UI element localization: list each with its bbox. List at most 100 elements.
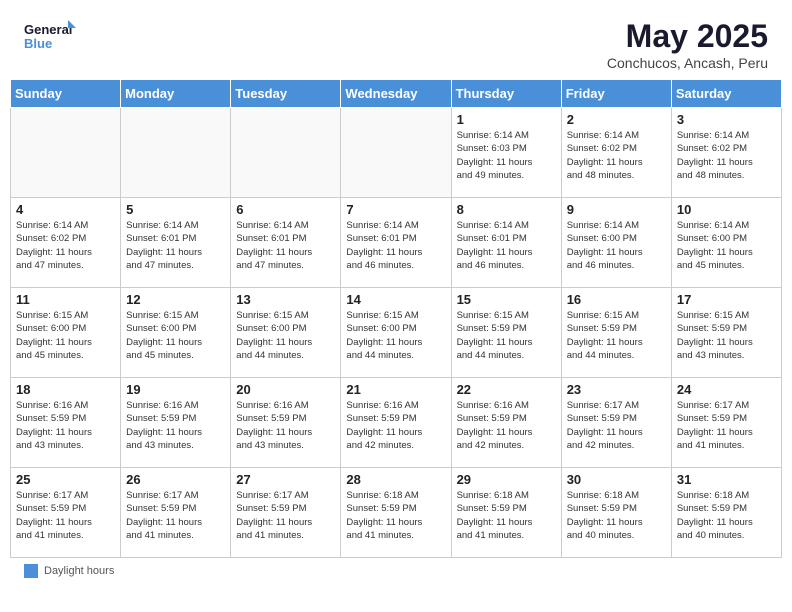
footer-bar: Daylight hours: [24, 564, 768, 578]
header-saturday: Saturday: [671, 80, 781, 108]
day-number: 23: [567, 382, 666, 397]
day-number: 29: [457, 472, 556, 487]
calendar-week-4: 18 Sunrise: 6:16 AM Sunset: 5:59 PM Dayli…: [11, 378, 782, 468]
cell-info: Sunrise: 6:15 AM Sunset: 6:00 PM Dayligh…: [346, 309, 445, 362]
day-number: 27: [236, 472, 335, 487]
day-number: 7: [346, 202, 445, 217]
calendar-cell-2-1: 4 Sunrise: 6:14 AM Sunset: 6:02 PM Daylig…: [11, 198, 121, 288]
day-number: 20: [236, 382, 335, 397]
header-thursday: Thursday: [451, 80, 561, 108]
day-number: 21: [346, 382, 445, 397]
calendar-week-2: 4 Sunrise: 6:14 AM Sunset: 6:02 PM Daylig…: [11, 198, 782, 288]
day-number: 6: [236, 202, 335, 217]
day-number: 3: [677, 112, 776, 127]
cell-info: Sunrise: 6:15 AM Sunset: 5:59 PM Dayligh…: [677, 309, 776, 362]
day-number: 2: [567, 112, 666, 127]
calendar-cell-5-6: 30Sunrise: 6:18 AM Sunset: 5:59 PM Dayli…: [561, 468, 671, 558]
calendar-cell-3-5: 15 Sunrise: 6:15 AM Sunset: 5:59 PM Dayli…: [451, 288, 561, 378]
cell-info: Sunrise: 6:14 AM Sunset: 6:02 PM Dayligh…: [16, 219, 115, 272]
calendar-cell-4-3: 20 Sunrise: 6:16 AM Sunset: 5:59 PM Dayli…: [231, 378, 341, 468]
calendar-cell-3-1: 11 Sunrise: 6:15 AM Sunset: 6:00 PM Dayli…: [11, 288, 121, 378]
calendar-cell-5-5: 29 Sunrise: 6:18 AM Sunset: 5:59 PM Dayli…: [451, 468, 561, 558]
day-number: 8: [457, 202, 556, 217]
cell-info: Sunrise: 6:15 AM Sunset: 5:59 PM Dayligh…: [567, 309, 666, 362]
calendar-cell-5-2: 26 Sunrise: 6:17 AM Sunset: 5:59 PM Dayli…: [121, 468, 231, 558]
calendar-cell-1-7: 3 Sunrise: 6:14 AM Sunset: 6:02 PM Daylig…: [671, 108, 781, 198]
day-number: 22: [457, 382, 556, 397]
day-number: 4: [16, 202, 115, 217]
header-friday: Friday: [561, 80, 671, 108]
cell-info: Sunrise: 6:15 AM Sunset: 6:00 PM Dayligh…: [126, 309, 225, 362]
cell-info: Sunrise: 6:17 AM Sunset: 5:59 PM Dayligh…: [677, 399, 776, 452]
cell-info: Sunrise: 6:16 AM Sunset: 5:59 PM Dayligh…: [16, 399, 115, 452]
calendar-week-3: 11 Sunrise: 6:15 AM Sunset: 6:00 PM Dayli…: [11, 288, 782, 378]
cell-info: Sunrise: 6:15 AM Sunset: 6:00 PM Dayligh…: [16, 309, 115, 362]
cell-info: Sunrise: 6:15 AM Sunset: 5:59 PM Dayligh…: [457, 309, 556, 362]
day-number: 15: [457, 292, 556, 307]
svg-text:Blue: Blue: [24, 36, 52, 51]
calendar-table: Sunday Monday Tuesday Wednesday Thursday…: [10, 79, 782, 558]
calendar-cell-4-4: 21 Sunrise: 6:16 AM Sunset: 5:59 PM Dayli…: [341, 378, 451, 468]
cell-info: Sunrise: 6:16 AM Sunset: 5:59 PM Dayligh…: [126, 399, 225, 452]
calendar-cell-4-5: 22Sunrise: 6:16 AM Sunset: 5:59 PM Dayli…: [451, 378, 561, 468]
cell-info: Sunrise: 6:16 AM Sunset: 5:59 PM Dayligh…: [236, 399, 335, 452]
cell-info: Sunrise: 6:17 AM Sunset: 5:59 PM Dayligh…: [16, 489, 115, 542]
cell-info: Sunrise: 6:14 AM Sunset: 6:01 PM Dayligh…: [126, 219, 225, 272]
calendar-cell-5-4: 28Sunrise: 6:18 AM Sunset: 5:59 PM Dayli…: [341, 468, 451, 558]
day-number: 19: [126, 382, 225, 397]
calendar-cell-2-3: 6 Sunrise: 6:14 AM Sunset: 6:01 PM Daylig…: [231, 198, 341, 288]
calendar-cell-1-6: 2Sunrise: 6:14 AM Sunset: 6:02 PM Daylig…: [561, 108, 671, 198]
daylight-label: Daylight hours: [44, 565, 114, 577]
day-number: 24: [677, 382, 776, 397]
svg-text:General: General: [24, 22, 72, 37]
day-number: 25: [16, 472, 115, 487]
calendar-cell-3-4: 14 Sunrise: 6:15 AM Sunset: 6:00 PM Dayli…: [341, 288, 451, 378]
cell-info: Sunrise: 6:18 AM Sunset: 5:59 PM Dayligh…: [677, 489, 776, 542]
page-header: General Blue May 2025 Conchucos, Ancash,…: [0, 0, 792, 79]
calendar-cell-4-2: 19 Sunrise: 6:16 AM Sunset: 5:59 PM Dayli…: [121, 378, 231, 468]
cell-info: Sunrise: 6:15 AM Sunset: 6:00 PM Dayligh…: [236, 309, 335, 362]
cell-info: Sunrise: 6:14 AM Sunset: 6:02 PM Dayligh…: [677, 129, 776, 182]
day-number: 28: [346, 472, 445, 487]
month-title: May 2025: [607, 18, 768, 55]
calendar-cell-3-7: 17 Sunrise: 6:15 AM Sunset: 5:59 PM Dayli…: [671, 288, 781, 378]
header-monday: Monday: [121, 80, 231, 108]
day-number: 17: [677, 292, 776, 307]
calendar-cell-5-1: 25 Sunrise: 6:17 AM Sunset: 5:59 PM Dayli…: [11, 468, 121, 558]
cell-info: Sunrise: 6:18 AM Sunset: 5:59 PM Dayligh…: [457, 489, 556, 542]
cell-info: Sunrise: 6:16 AM Sunset: 5:59 PM Dayligh…: [346, 399, 445, 452]
cell-info: Sunrise: 6:14 AM Sunset: 6:01 PM Dayligh…: [236, 219, 335, 272]
day-number: 9: [567, 202, 666, 217]
day-number: 11: [16, 292, 115, 307]
calendar-cell-3-2: 12Sunrise: 6:15 AM Sunset: 6:00 PM Dayli…: [121, 288, 231, 378]
day-number: 10: [677, 202, 776, 217]
header-sunday: Sunday: [11, 80, 121, 108]
day-number: 31: [677, 472, 776, 487]
calendar-cell-2-5: 8 Sunrise: 6:14 AM Sunset: 6:01 PM Daylig…: [451, 198, 561, 288]
cell-info: Sunrise: 6:14 AM Sunset: 6:01 PM Dayligh…: [346, 219, 445, 272]
cell-info: Sunrise: 6:17 AM Sunset: 5:59 PM Dayligh…: [236, 489, 335, 542]
day-number: 14: [346, 292, 445, 307]
calendar-cell-5-3: 27 Sunrise: 6:17 AM Sunset: 5:59 PM Dayli…: [231, 468, 341, 558]
day-number: 1: [457, 112, 556, 127]
day-number: 5: [126, 202, 225, 217]
calendar-cell-1-5: 1 Sunrise: 6:14 AM Sunset: 6:03 PM Daylig…: [451, 108, 561, 198]
cell-info: Sunrise: 6:14 AM Sunset: 6:01 PM Dayligh…: [457, 219, 556, 272]
calendar-cell-3-6: 16Sunrise: 6:15 AM Sunset: 5:59 PM Dayli…: [561, 288, 671, 378]
header-wednesday: Wednesday: [341, 80, 451, 108]
day-number: 26: [126, 472, 225, 487]
calendar-cell-4-1: 18 Sunrise: 6:16 AM Sunset: 5:59 PM Dayli…: [11, 378, 121, 468]
calendar-cell-1-1: [11, 108, 121, 198]
calendar-week-1: 1 Sunrise: 6:14 AM Sunset: 6:03 PM Daylig…: [11, 108, 782, 198]
calendar-cell-1-4: [341, 108, 451, 198]
day-number: 30: [567, 472, 666, 487]
cell-info: Sunrise: 6:17 AM Sunset: 5:59 PM Dayligh…: [126, 489, 225, 542]
header-tuesday: Tuesday: [231, 80, 341, 108]
calendar-cell-5-7: 31 Sunrise: 6:18 AM Sunset: 5:59 PM Dayli…: [671, 468, 781, 558]
calendar-cell-1-2: [121, 108, 231, 198]
calendar-cell-4-7: 24 Sunrise: 6:17 AM Sunset: 5:59 PM Dayli…: [671, 378, 781, 468]
day-number: 18: [16, 382, 115, 397]
title-block: May 2025 Conchucos, Ancash, Peru: [607, 18, 768, 71]
cell-info: Sunrise: 6:14 AM Sunset: 6:03 PM Dayligh…: [457, 129, 556, 182]
calendar-cell-4-6: 23Sunrise: 6:17 AM Sunset: 5:59 PM Dayli…: [561, 378, 671, 468]
